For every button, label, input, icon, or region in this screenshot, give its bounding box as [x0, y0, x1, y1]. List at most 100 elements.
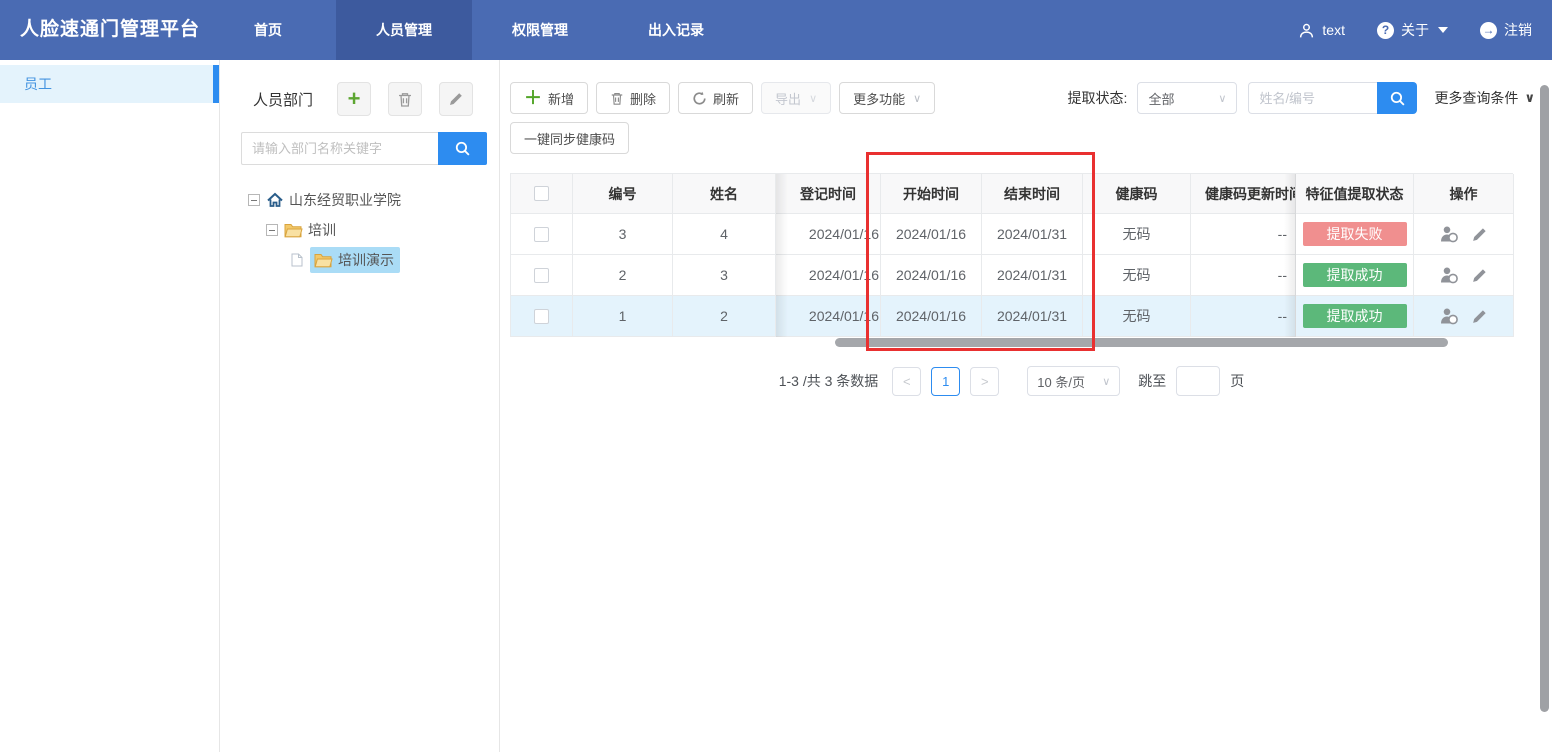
logout-button[interactable]: → 注销	[1480, 20, 1532, 40]
page-size-select[interactable]: 10 条/页 ∨	[1027, 366, 1120, 396]
tree-node-label: 培训	[308, 220, 336, 240]
question-icon: ?	[1377, 22, 1394, 39]
cell-name: 3	[673, 255, 776, 296]
trash-icon	[610, 91, 624, 106]
nav-tab-permissions[interactable]: 权限管理	[472, 0, 608, 60]
sync-health-code-button[interactable]: 一键同步健康码	[510, 122, 629, 154]
cell-name: 2	[673, 296, 776, 337]
refresh-icon	[692, 91, 707, 106]
caret-down-icon	[1438, 27, 1448, 33]
edit-department-button[interactable]	[439, 82, 473, 116]
plus-icon: ＋	[524, 89, 542, 107]
cell-health-code: 无码	[1083, 214, 1191, 255]
trash-icon	[397, 91, 413, 108]
filter-bar: 提取状态: 全部 ∨ 更多查询条件 ∨	[1068, 82, 1535, 114]
add-button[interactable]: ＋ 新增	[510, 82, 588, 114]
refresh-button[interactable]: 刷新	[678, 82, 753, 114]
nav-tab-access-records[interactable]: 出入记录	[608, 0, 744, 60]
face-photo-icon[interactable]	[1439, 266, 1460, 284]
status-badge: 提取成功	[1303, 304, 1407, 328]
cell-health-update: --	[1191, 296, 1296, 337]
row-checkbox[interactable]	[534, 268, 549, 283]
search-icon	[1389, 90, 1406, 107]
edit-icon[interactable]	[1471, 226, 1488, 243]
export-button[interactable]: 导出 ∨	[761, 82, 831, 114]
department-search	[241, 132, 487, 165]
name-search-input[interactable]	[1248, 82, 1377, 114]
main-content: ＋ 新增 删除 刷新 导出 ∨ 更多功能 ∨	[500, 60, 1552, 752]
search-icon	[454, 140, 471, 157]
pagination: 1-3 /共 3 条数据 < 1 > 10 条/页 ∨ 跳至 页	[510, 366, 1513, 396]
collapse-icon[interactable]	[266, 224, 278, 236]
more-functions-button[interactable]: 更多功能 ∨	[839, 82, 935, 114]
logout-icon: →	[1480, 22, 1497, 39]
top-navbar: 人脸速通门管理平台 首页 人员管理 权限管理 出入记录 text ? 关于 → …	[0, 0, 1552, 60]
status-filter-select[interactable]: 全部 ∨	[1137, 82, 1237, 114]
page-size-value: 10 条/页	[1037, 372, 1085, 391]
cell-health-code: 无码	[1083, 296, 1191, 337]
sidebar-item-label: 员工	[24, 74, 52, 94]
row-checkbox[interactable]	[534, 309, 549, 324]
table-header-row: 编号 姓名 登记时间 开始时间 结束时间 健康码 健康码更新时间 特征值提取状态…	[511, 174, 1513, 214]
nav-tab-home[interactable]: 首页	[200, 0, 336, 60]
home-icon	[266, 192, 284, 208]
cell-register-time: 2024/01/16	[776, 214, 881, 255]
pagination-summary: 1-3 /共 3 条数据	[779, 371, 879, 391]
face-photo-icon[interactable]	[1439, 307, 1460, 325]
tree-node-training[interactable]: 培训	[220, 215, 499, 245]
vertical-scrollbar[interactable]	[1540, 85, 1549, 712]
department-tree: 山东经贸职业学院 培训 培训演示	[220, 185, 499, 275]
tree-node-label: 培训演示	[338, 250, 394, 270]
delete-button[interactable]: 删除	[596, 82, 670, 114]
department-search-input[interactable]	[241, 132, 438, 165]
column-header-operations: 操作	[1414, 174, 1514, 214]
department-search-button[interactable]	[438, 132, 487, 165]
delete-department-button[interactable]	[388, 82, 422, 116]
nav-tabs: 首页 人员管理 权限管理 出入记录	[200, 0, 744, 60]
personnel-table: 编号 姓名 登记时间 开始时间 结束时间 健康码 健康码更新时间 特征值提取状态…	[510, 173, 1513, 337]
collapse-icon[interactable]	[248, 194, 260, 206]
cell-health-update: --	[1191, 255, 1296, 296]
add-button-label: 新增	[548, 89, 574, 108]
sidebar-item-employee[interactable]: 员工	[0, 65, 219, 103]
next-page-button[interactable]: >	[970, 367, 999, 396]
page: 人脸速通门管理平台 首页 人员管理 权限管理 出入记录 text ? 关于 → …	[0, 0, 1552, 752]
cell-name: 4	[673, 214, 776, 255]
jump-to-page-input[interactable]	[1176, 366, 1220, 396]
column-header-health-code: 健康码	[1083, 174, 1191, 214]
select-all-checkbox[interactable]	[534, 186, 549, 201]
row-checkbox[interactable]	[534, 227, 549, 242]
page-1-button[interactable]: 1	[931, 367, 960, 396]
nav-tab-personnel[interactable]: 人员管理	[336, 0, 472, 60]
left-sidebar: 员工	[0, 60, 220, 752]
name-search-button[interactable]	[1377, 82, 1417, 114]
cell-health-update: --	[1191, 214, 1296, 255]
logout-label: 注销	[1504, 20, 1532, 40]
face-photo-icon[interactable]	[1439, 225, 1460, 243]
column-header-id: 编号	[573, 174, 673, 214]
edit-icon[interactable]	[1471, 308, 1488, 325]
export-button-label: 导出	[775, 89, 801, 108]
cell-end-time: 2024/01/31	[982, 255, 1083, 296]
status-filter-value: 全部	[1148, 89, 1174, 108]
user-icon	[1298, 22, 1315, 39]
add-department-button[interactable]: +	[337, 82, 371, 116]
department-title: 人员部门	[253, 89, 313, 110]
more-query-conditions-link[interactable]: 更多查询条件 ∨	[1434, 88, 1535, 108]
chevron-down-icon: ∨	[809, 92, 817, 105]
cell-start-time: 2024/01/16	[881, 255, 982, 296]
file-icon	[291, 253, 303, 267]
about-menu[interactable]: ? 关于	[1377, 20, 1448, 40]
chevron-down-icon: ∨	[1524, 90, 1535, 106]
column-header-start-time: 开始时间	[881, 174, 982, 214]
cell-register-time: 2024/01/16	[776, 255, 881, 296]
folder-icon	[314, 253, 333, 268]
edit-icon[interactable]	[1471, 267, 1488, 284]
tree-node-training-demo[interactable]: 培训演示	[220, 245, 499, 275]
cell-id: 3	[573, 214, 673, 255]
horizontal-scrollbar[interactable]	[835, 338, 1448, 347]
prev-page-button[interactable]: <	[892, 367, 921, 396]
user-menu[interactable]: text	[1298, 22, 1345, 39]
tree-node-college[interactable]: 山东经贸职业学院	[220, 185, 499, 215]
table-row: 3 4 2024/01/16 2024/01/16 2024/01/31 无码 …	[511, 214, 1513, 255]
